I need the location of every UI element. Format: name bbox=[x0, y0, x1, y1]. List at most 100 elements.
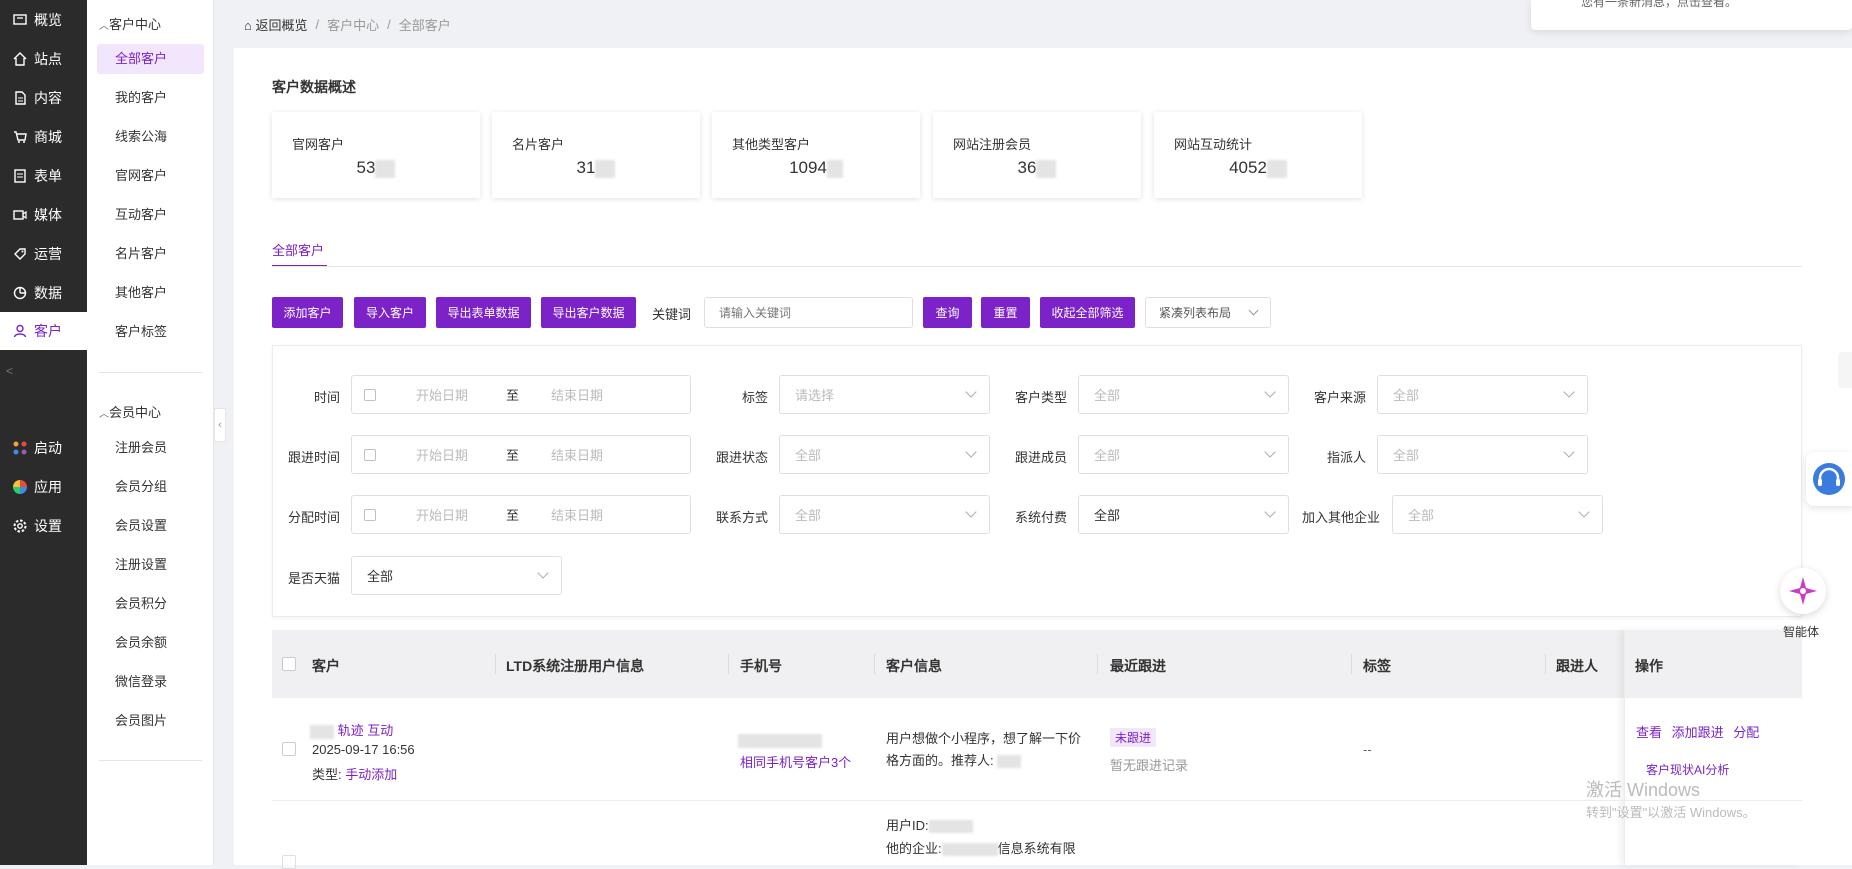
follow-status-label: 跟进状态 bbox=[715, 450, 768, 465]
subnav-item-register-settings[interactable]: 注册设置 bbox=[97, 550, 204, 580]
assign-time-label: 分配时间 bbox=[287, 510, 340, 525]
keyword-label: 关键词 bbox=[652, 307, 692, 322]
select-all-checkbox[interactable] bbox=[282, 657, 296, 671]
uid-label: 用户ID: bbox=[886, 818, 929, 833]
same-phone-text: 相同手机号客户3个 bbox=[740, 755, 852, 770]
subnav-item-images[interactable]: 会员图片 bbox=[97, 706, 204, 736]
user-company: 他的企业: 信息系统有限 bbox=[886, 838, 1076, 857]
collapse-subnav-button[interactable]: ‹ bbox=[214, 408, 226, 442]
nav-item-media[interactable]: 媒体 bbox=[0, 196, 87, 234]
crumb-home-label: 返回概览 bbox=[255, 18, 308, 33]
add-customer-button[interactable]: 添加客户 bbox=[272, 297, 343, 328]
nav-item-form[interactable]: 表单 bbox=[0, 157, 87, 195]
import-customer-button[interactable]: 导入客户 bbox=[354, 297, 426, 328]
reset-button[interactable]: 重置 bbox=[981, 297, 1030, 328]
nav-item-apps[interactable]: 应用 bbox=[0, 468, 87, 506]
back-overview-link[interactable]: ⌂ 返回概览 bbox=[244, 15, 308, 34]
subnav-item-card[interactable]: 名片客户 bbox=[97, 239, 204, 269]
view-link[interactable]: 查看 bbox=[1636, 725, 1662, 740]
collapse-left-icon[interactable]: < bbox=[6, 364, 13, 378]
subnav-item-registered[interactable]: 注册会员 bbox=[97, 433, 204, 463]
nav-item-settings[interactable]: 设置 bbox=[0, 507, 87, 545]
same-phone-link[interactable]: 相同手机号客户3个 bbox=[740, 752, 851, 771]
ai-agent-button[interactable] bbox=[1780, 568, 1826, 614]
tag-select[interactable]: 请选择 bbox=[779, 375, 990, 414]
system-pay-select[interactable]: 全部 bbox=[1078, 495, 1289, 534]
notification-text: 您有一条新消息，点击查看。 bbox=[1581, 0, 1738, 9]
subnav-item-other[interactable]: 其他客户 bbox=[97, 278, 204, 308]
trail-link[interactable]: 轨迹 bbox=[338, 723, 364, 738]
nav-item-customer[interactable]: 客户 bbox=[0, 312, 87, 350]
nav-item-operation[interactable]: 运营 bbox=[0, 235, 87, 273]
nav-item-mall[interactable]: 商城 bbox=[0, 118, 87, 156]
crumb-customer-center[interactable]: 客户中心 bbox=[327, 15, 379, 34]
keyword-input[interactable] bbox=[704, 297, 913, 328]
follow-member-select[interactable]: 全部 bbox=[1078, 435, 1289, 474]
subnav-item-tags[interactable]: 客户标签 bbox=[97, 317, 204, 347]
select-value: 全部 bbox=[1408, 508, 1435, 523]
assignee-select[interactable]: 全部 bbox=[1377, 435, 1588, 474]
user-icon bbox=[12, 323, 28, 339]
select-value: 全部 bbox=[795, 508, 822, 523]
subnav-item-interactive[interactable]: 互动客户 bbox=[97, 200, 204, 230]
subnav-item-all-customers[interactable]: 全部客户 bbox=[97, 44, 204, 74]
subnav-item-points[interactable]: 会员积分 bbox=[97, 589, 204, 619]
type-label: 类型: bbox=[312, 767, 342, 782]
subnav-item-groups[interactable]: 会员分组 bbox=[97, 472, 204, 502]
source-select[interactable]: 全部 bbox=[1377, 375, 1588, 414]
col-divider bbox=[728, 654, 729, 674]
subnav-item-web-customers[interactable]: 官网客户 bbox=[97, 161, 204, 191]
interact-link[interactable]: 互动 bbox=[367, 723, 393, 738]
subnav-group-member[interactable]: ︿会员中心 bbox=[99, 402, 161, 421]
notification-toast[interactable]: 您有一条新消息，点击查看。 bbox=[1531, 0, 1852, 30]
stat-card-members: 网站注册会员 36 bbox=[933, 112, 1141, 198]
crumb-all-customers: 全部客户 bbox=[398, 18, 451, 33]
col-divider bbox=[1097, 654, 1098, 674]
stat-card-other: 其他类型客户 1094 bbox=[712, 112, 920, 198]
chevron-down-icon bbox=[1563, 446, 1575, 458]
nav-item-content[interactable]: 内容 bbox=[0, 79, 87, 117]
follow-member-label: 跟进成员 bbox=[1014, 450, 1067, 465]
tmall-select[interactable]: 全部 bbox=[351, 556, 562, 595]
assign-time-range-picker[interactable]: 开始日期 至 结束日期 bbox=[351, 495, 691, 534]
add-follow-link[interactable]: 添加跟进 bbox=[1672, 725, 1724, 740]
subnav-item-member-settings[interactable]: 会员设置 bbox=[97, 511, 204, 541]
headset-icon bbox=[1813, 463, 1845, 495]
assign-link[interactable]: 分配 bbox=[1733, 725, 1759, 740]
layout-select[interactable]: 紧凑列表布局 bbox=[1145, 297, 1271, 328]
subnav-item-wechat[interactable]: 微信登录 bbox=[97, 667, 204, 697]
subnav-item-leads[interactable]: 线索公海 bbox=[97, 122, 204, 152]
col-ltd-info: LTD系统注册用户信息 bbox=[506, 658, 645, 674]
contact-select[interactable]: 全部 bbox=[779, 495, 990, 534]
nav-item-overview[interactable]: 概览 bbox=[0, 1, 87, 39]
follow-time-range-picker[interactable]: 开始日期 至 结束日期 bbox=[351, 435, 691, 474]
row-checkbox[interactable] bbox=[282, 742, 296, 756]
tab-all-customers[interactable]: 全部客户 bbox=[272, 240, 324, 259]
row-checkbox[interactable] bbox=[282, 855, 296, 869]
join-other-select[interactable]: 全部 bbox=[1392, 495, 1603, 534]
customer-service-button[interactable] bbox=[1806, 452, 1852, 506]
join-other-label: 加入其他企业 bbox=[1301, 510, 1380, 525]
subnav-item-my-customers[interactable]: 我的客户 bbox=[97, 83, 204, 113]
nav-item-launch[interactable]: 启动 bbox=[0, 429, 87, 467]
side-handle[interactable] bbox=[1838, 352, 1852, 388]
search-button[interactable]: 查询 bbox=[923, 297, 972, 328]
customer-type-select[interactable]: 全部 bbox=[1078, 375, 1289, 414]
collapse-filters-button[interactable]: 收起全部筛选 bbox=[1040, 297, 1135, 328]
export-customer-button[interactable]: 导出客户数据 bbox=[541, 297, 636, 328]
export-form-button[interactable]: 导出表单数据 bbox=[436, 297, 531, 328]
start-date: 开始日期 bbox=[416, 448, 469, 463]
select-value: 全部 bbox=[795, 448, 822, 463]
nav-item-data[interactable]: 数据 bbox=[0, 274, 87, 312]
select-value: 全部 bbox=[1393, 448, 1420, 463]
gear-icon bbox=[12, 518, 28, 534]
subnav-item-balance[interactable]: 会员余额 bbox=[97, 628, 204, 658]
nav-label: 启动 bbox=[34, 440, 62, 456]
customer-type: 类型: 手动添加 bbox=[312, 764, 397, 783]
nav-item-site[interactable]: 站点 bbox=[0, 40, 87, 78]
follow-status-select[interactable]: 全部 bbox=[779, 435, 990, 474]
subnav-group-customer[interactable]: ︿客户中心 bbox=[99, 14, 161, 33]
time-range-picker[interactable]: 开始日期 至 结束日期 bbox=[351, 375, 691, 414]
status-badge: 未跟进 bbox=[1110, 728, 1157, 747]
overview-title: 客户数据概述 bbox=[272, 79, 356, 95]
